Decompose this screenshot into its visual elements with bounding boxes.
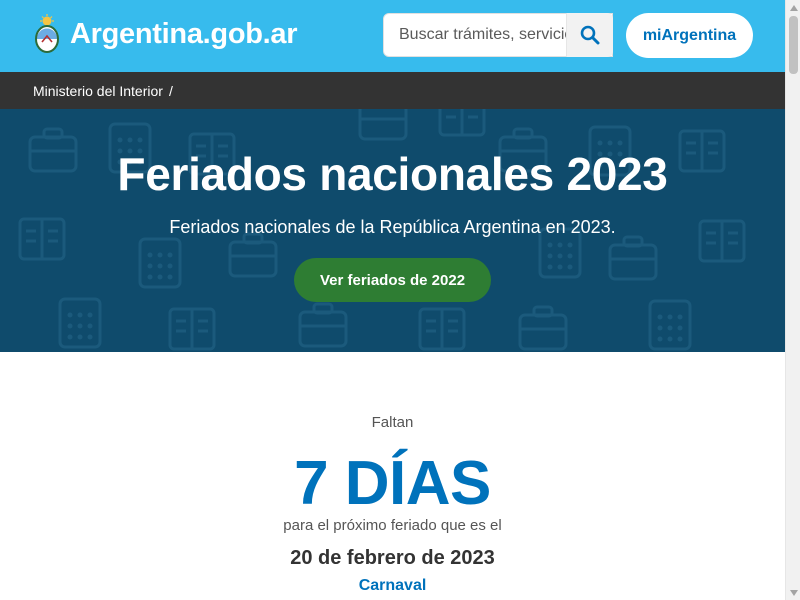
scroll-up-arrow-icon[interactable] <box>786 0 800 15</box>
page-title: Feriados nacionales 2023 <box>117 148 668 200</box>
page-subtitle: Feriados nacionales de la República Arge… <box>169 217 616 237</box>
hero-banner: Feriados nacionales 2023 Feriados nacion… <box>0 109 785 352</box>
search-icon <box>580 25 600 45</box>
coat-of-arms-icon <box>35 14 59 53</box>
search-button[interactable] <box>566 13 613 57</box>
breadcrumb-item-ministerio[interactable]: Ministerio del Interior <box>33 83 163 99</box>
scrollbar-thumb[interactable] <box>789 16 798 74</box>
breadcrumb: Ministerio del Interior / <box>0 72 785 109</box>
days-remaining: 7 DÍAS <box>294 449 491 518</box>
breadcrumb-separator: / <box>168 82 173 99</box>
next-holiday-date: 20 de febrero de 2023 <box>290 547 495 569</box>
top-navbar: Argentina.gob.ar miArgentina <box>0 0 785 72</box>
site-logo-link[interactable]: Argentina.gob.ar <box>33 14 298 54</box>
previous-year-holidays-button[interactable]: Ver feriados de 2022 <box>294 258 491 302</box>
site-name: Argentina.gob.ar <box>70 18 298 50</box>
next-holiday-name-link[interactable]: Carnaval <box>0 577 785 595</box>
countdown-description: para el próximo feriado que es el <box>283 517 502 534</box>
miargentina-button[interactable]: miArgentina <box>626 13 753 58</box>
countdown-prefix: Faltan <box>371 414 414 431</box>
vertical-scrollbar[interactable] <box>785 0 800 600</box>
scroll-down-arrow-icon[interactable] <box>786 585 800 600</box>
